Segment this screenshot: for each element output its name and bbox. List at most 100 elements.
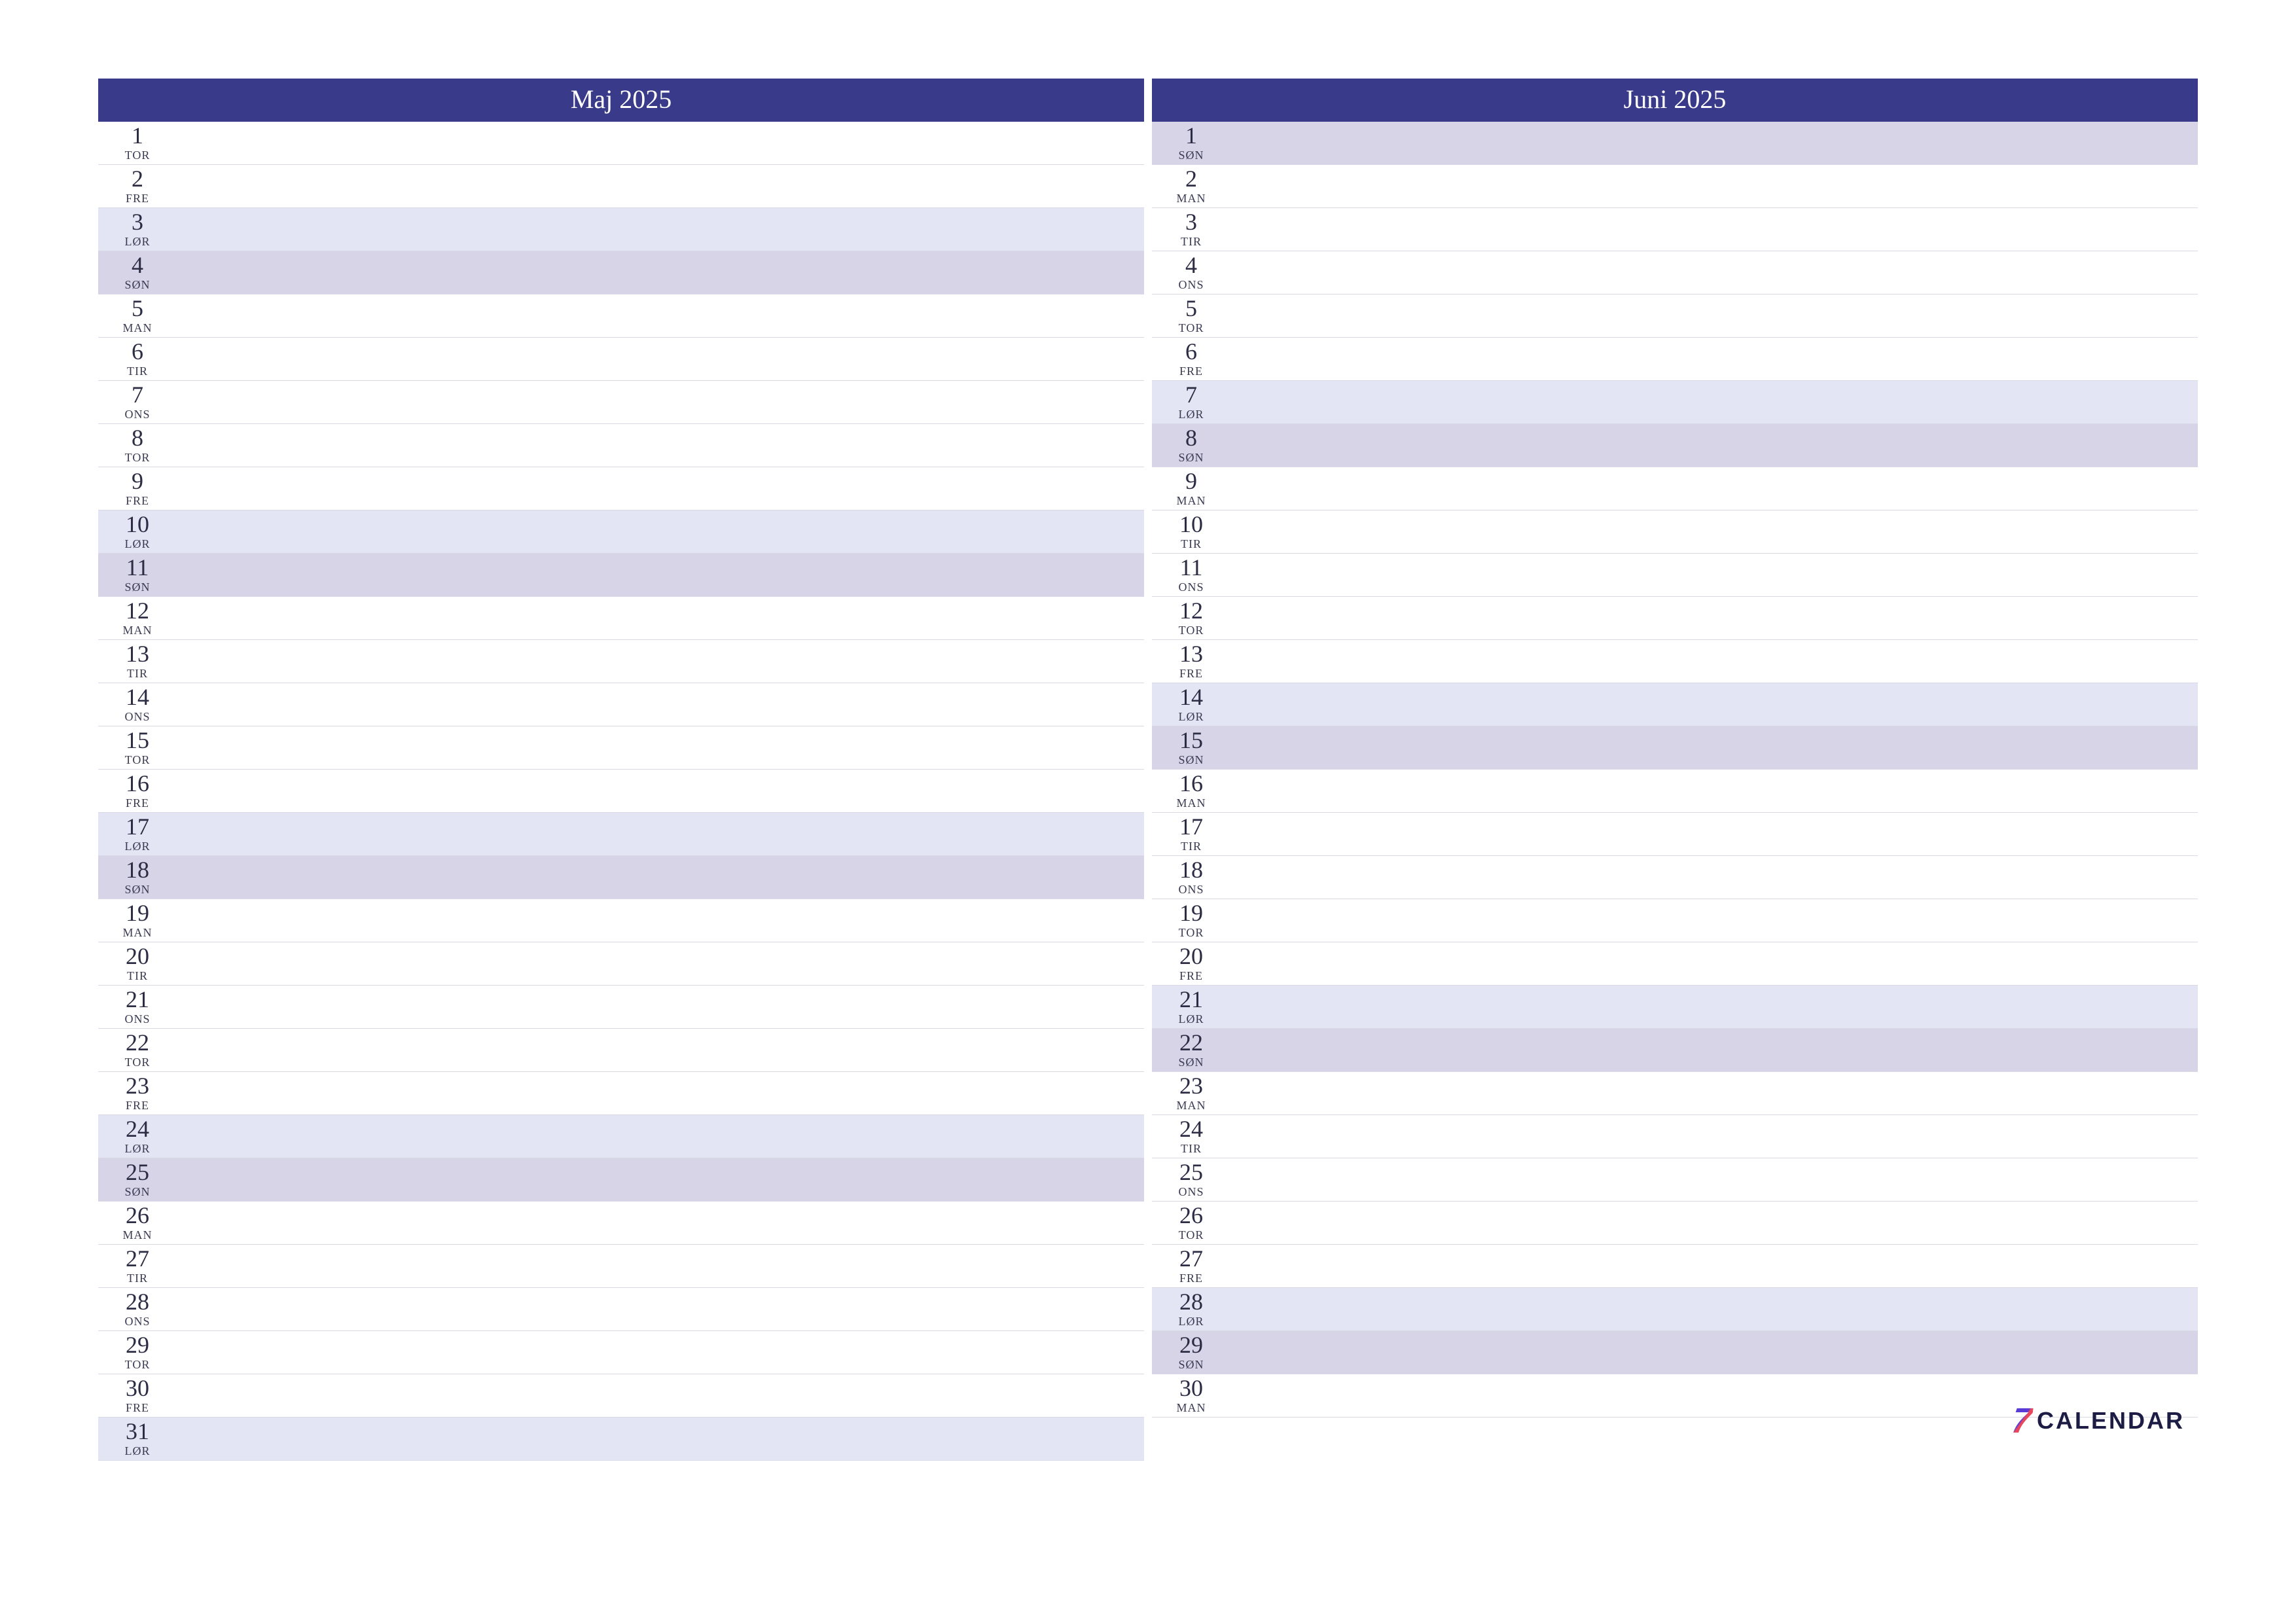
day-number: 6 [1185,340,1197,363]
day-name: TOR [1179,624,1204,637]
day-row: 22TOR [98,1029,1144,1072]
day-row: 6FRE [1152,338,2198,381]
day-note-space [1231,1245,2198,1287]
day-row: 19TOR [1152,899,2198,942]
day-row: 17TIR [1152,813,2198,856]
day-note-space [177,1072,1144,1115]
day-number: 14 [1179,685,1203,709]
day-name: FRE [126,494,149,508]
day-name: ONS [124,1315,150,1329]
day-name: ONS [1178,278,1204,292]
day-note-space [177,1331,1144,1374]
day-cell: 8TOR [98,424,177,467]
day-row: 4ONS [1152,251,2198,294]
day-note-space [177,338,1144,380]
day-row: 13TIR [98,640,1144,683]
day-number: 16 [126,772,149,795]
day-row: 25SØN [98,1158,1144,1202]
day-row: 20TIR [98,942,1144,986]
day-note-space [177,1158,1144,1201]
day-number: 22 [126,1031,149,1054]
day-number: 2 [1185,167,1197,190]
day-cell: 28LØR [1152,1288,1231,1330]
day-note-space [1231,1072,2198,1115]
day-row: 27TIR [98,1245,1144,1288]
day-name: ONS [124,710,150,724]
day-note-space [177,640,1144,683]
day-note-space [177,1374,1144,1417]
day-number: 31 [126,1419,149,1443]
day-row: 20FRE [1152,942,2198,986]
day-cell: 12MAN [98,597,177,639]
day-row: 7ONS [98,381,1144,424]
day-number: 3 [132,210,143,234]
day-cell: 11ONS [1152,554,1231,596]
day-note-space [177,683,1144,726]
day-name: FRE [1179,667,1203,681]
day-name: SØN [1178,1056,1204,1069]
day-number: 11 [126,556,149,579]
day-number: 28 [1179,1290,1203,1313]
day-note-space [177,986,1144,1028]
day-cell: 9MAN [1152,467,1231,510]
day-row: 3LØR [98,208,1144,251]
day-row: 6TIR [98,338,1144,381]
day-row: 1 SØN [1152,122,2198,165]
day-name: TOR [1179,926,1204,940]
day-note-space [177,208,1144,251]
day-note-space [1231,899,2198,942]
day-row: 28 ONS [98,1288,1144,1331]
day-cell: 5MAN [98,294,177,337]
day-number: 10 [1179,512,1203,536]
day-number: 5 [1185,296,1197,320]
day-number: 13 [1179,642,1203,666]
day-note-space [177,1245,1144,1287]
day-note-space [177,381,1144,423]
day-note-space [1231,597,2198,639]
day-row: 26MAN [98,1202,1144,1245]
day-number: 15 [126,728,149,752]
day-number: 21 [1179,988,1203,1011]
day-name: TIR [127,969,148,983]
day-number: 28 [126,1290,149,1313]
day-row: 30FRE [98,1374,1144,1418]
day-row: 15SØN [1152,726,2198,770]
day-note-space [177,1115,1144,1158]
day-row: 23MAN [1152,1072,2198,1115]
day-cell: 25SØN [98,1158,177,1201]
day-number: 14 [126,685,149,709]
day-number: 5 [132,296,143,320]
day-cell: 20FRE [1152,942,1231,985]
day-row: 22SØN [1152,1029,2198,1072]
day-row: 15TOR [98,726,1144,770]
day-name: FRE [126,1401,149,1415]
day-cell: 29SØN [1152,1331,1231,1374]
day-row: 16FRE [98,770,1144,813]
day-number: 7 [1185,383,1197,406]
day-number: 9 [1185,469,1197,493]
day-number: 2 [132,167,143,190]
day-name: TOR [125,451,151,465]
day-number: 1 [1185,124,1197,147]
logo-seven: 7 [2009,1400,2035,1441]
day-name: MAN [1176,796,1206,810]
day-note-space [1231,986,2198,1028]
day-row: 12MAN [98,597,1144,640]
day-note-space [177,770,1144,812]
day-cell: 16FRE [98,770,177,812]
day-name: MAN [1176,1401,1206,1415]
day-name: SØN [1178,149,1204,162]
day-row: 2MAN [1152,165,2198,208]
day-note-space [1231,726,2198,769]
day-row: 26TOR [1152,1202,2198,1245]
day-note-space [1231,467,2198,510]
day-note-space [1231,1288,2198,1330]
day-cell: 21LØR [1152,986,1231,1028]
day-row: 5TOR [1152,294,2198,338]
day-name: ONS [124,1012,150,1026]
day-row: 8TOR [98,424,1144,467]
day-row: 21LØR [1152,986,2198,1029]
day-note-space [1231,1202,2198,1244]
day-row: 18SØN [98,856,1144,899]
month-body-june: 1SØN2MAN3TIR4ONS5TOR6FRE7LØR8SØN9MAN10TI… [1152,122,2198,1418]
